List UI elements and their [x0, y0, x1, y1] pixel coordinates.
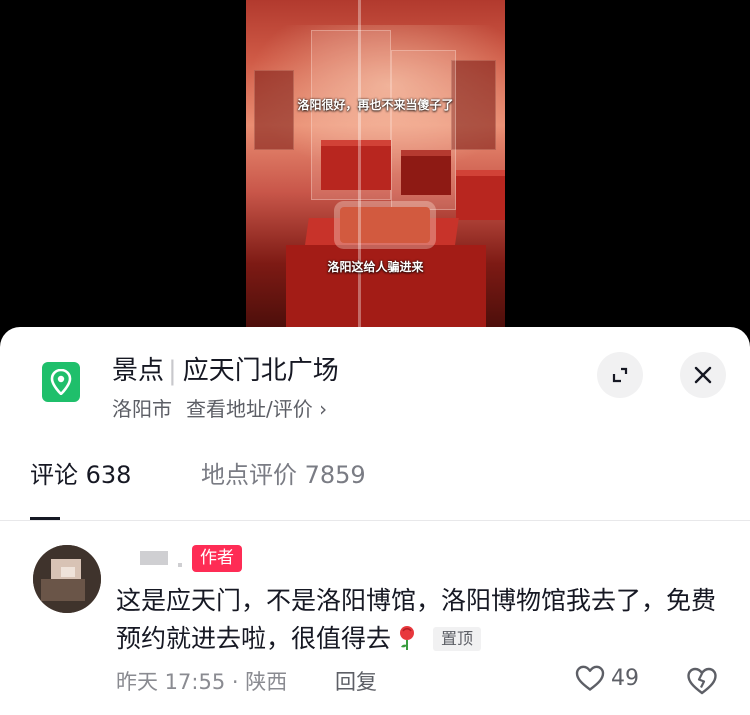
- video-caption-top: 洛阳很好，再也不来当傻子了: [297, 98, 454, 112]
- display-block: [456, 170, 505, 220]
- like-button[interactable]: 49: [575, 664, 639, 692]
- expand-icon: [612, 367, 628, 383]
- close-button[interactable]: [680, 352, 726, 398]
- location-name: 应天门北广场: [182, 356, 339, 386]
- location-category: 景点: [112, 356, 165, 386]
- location-city: 洛阳市: [112, 397, 172, 421]
- video-player[interactable]: 洛阳很好，再也不来当傻子了 洛阳这给人骗进来: [0, 0, 750, 330]
- username-redacted-dot: [178, 563, 182, 567]
- username-redacted[interactable]: [140, 551, 168, 565]
- dislike-button[interactable]: [686, 666, 718, 700]
- comment-time-location: 昨天 17:55 · 陕西: [116, 670, 288, 694]
- view-address-link[interactable]: 查看地址/评价 ›: [186, 397, 327, 421]
- display-block: [321, 140, 391, 190]
- comment-body[interactable]: 这是应天门，不是洛阳博馆，洛阳博物馆我去了，免费预约就进去啦，很值得去 置顶: [116, 582, 716, 662]
- artifact: [340, 207, 430, 243]
- glass-edge: [358, 0, 361, 330]
- divider: [0, 520, 750, 521]
- like-count: 49: [611, 665, 639, 691]
- tab-place-reviews[interactable]: 地点评价 7859: [201, 455, 366, 490]
- location-title[interactable]: 景点 | 应天门北广场: [112, 350, 339, 387]
- expand-button[interactable]: [597, 352, 643, 398]
- reply-button[interactable]: 回复: [335, 666, 377, 696]
- video-caption-bottom: 洛阳这给人骗进来: [327, 260, 424, 274]
- video-frame: 洛阳很好，再也不来当傻子了 洛阳这给人骗进来: [246, 0, 505, 330]
- heart-icon: [575, 665, 605, 691]
- author-badge: 作者: [192, 545, 242, 572]
- location-subtitle[interactable]: 洛阳市 查看地址/评价 ›: [112, 393, 327, 422]
- pinned-label: 置顶: [433, 627, 482, 651]
- avatar[interactable]: [33, 545, 101, 613]
- tab-comments[interactable]: 评论 638: [30, 455, 131, 490]
- close-icon: [694, 366, 712, 384]
- display-block: [401, 150, 451, 195]
- broken-heart-icon: [687, 667, 717, 695]
- rose-icon: [395, 624, 419, 662]
- map-pin-icon: [42, 362, 80, 402]
